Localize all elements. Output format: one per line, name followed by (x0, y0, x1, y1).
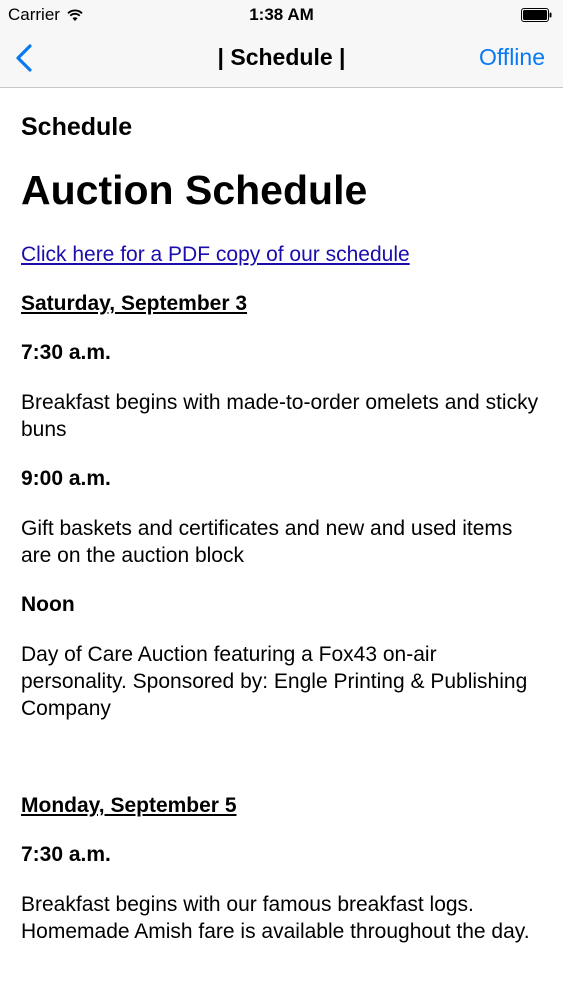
day-heading-monday: Monday, September 5 (21, 794, 237, 817)
event-time: 7:30 a.m. (21, 843, 111, 866)
page-title: Auction Schedule (21, 167, 368, 213)
navigation-bar: | Schedule | Offline (0, 30, 563, 88)
event-time: 7:30 a.m. (21, 341, 111, 364)
event-description: Day of Care Auction featuring a Fox43 on… (21, 643, 528, 720)
section-heading: Schedule (21, 113, 133, 141)
event-description: Breakfast begins with our famous breakfa… (21, 893, 530, 943)
event-description: Breakfast begins with made-to-order omel… (21, 391, 539, 441)
status-bar: Carrier 1:38 AM (0, 0, 563, 30)
event-time: Noon (21, 593, 75, 616)
pdf-schedule-link[interactable]: Click here for a PDF copy of our schedul… (21, 242, 542, 268)
offline-button[interactable]: Offline (479, 44, 545, 71)
event-time: 9:00 a.m. (21, 467, 111, 490)
day-heading-saturday: Saturday, September 3 (21, 292, 248, 315)
schedule-content[interactable]: Schedule Auction Schedule Click here for… (0, 88, 563, 1000)
event-description: Gift baskets and certificates and new an… (21, 517, 513, 567)
battery-icon (521, 8, 552, 22)
status-time: 1:38 AM (249, 5, 314, 24)
